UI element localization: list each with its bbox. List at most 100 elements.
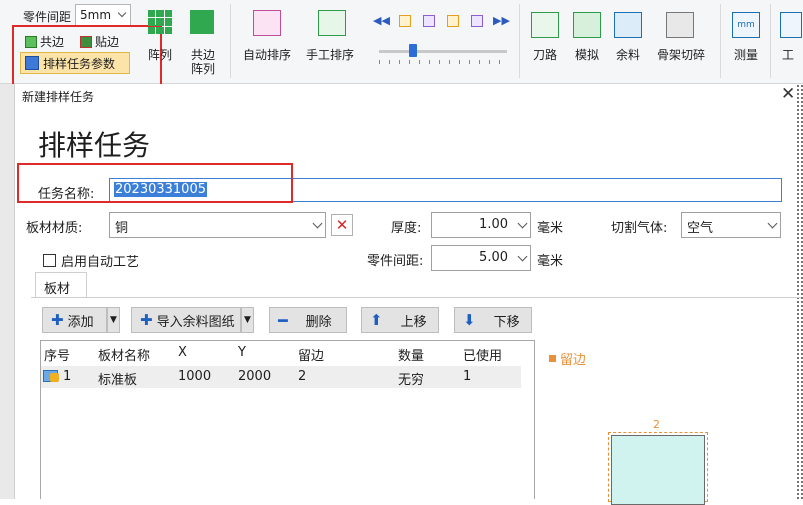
step-icon-4[interactable] — [471, 15, 483, 27]
plus-icon: ✚ — [140, 311, 153, 329]
checkbox-box — [43, 254, 56, 267]
thickness-label: 厚度: — [391, 221, 422, 236]
col-header-margin[interactable]: 留边 — [298, 345, 324, 364]
cell-y: 2000 — [238, 369, 272, 384]
chevron-down-icon — [767, 218, 778, 229]
sheet-table: 序号 板材名称 X Y 留边 数量 已使用 1 标准板 1000 2000 2 … — [40, 340, 535, 499]
highlight-box-taskname — [17, 163, 293, 203]
knife-path-icon — [531, 12, 559, 38]
auto-nest-button[interactable]: 自动排序 — [243, 46, 291, 63]
last-step-icon[interactable]: ▶▶ — [493, 14, 510, 27]
col-header-index[interactable]: 序号 — [44, 345, 70, 364]
cell-name: 标准板 — [98, 373, 138, 388]
delete-button-label: 删除 — [305, 314, 332, 330]
import-dropdown-button[interactable]: ▼ — [241, 307, 254, 333]
delete-button[interactable]: ━ 删除 — [269, 307, 347, 333]
material-value: 铜 — [115, 221, 129, 236]
knife-path-button[interactable]: 刀路 — [533, 46, 557, 63]
plus-icon: ✚ — [51, 311, 64, 329]
lock-icon — [50, 373, 59, 382]
gas-label: 切割气体: — [611, 221, 668, 236]
skeleton-cut-button[interactable]: 骨架切碎 — [657, 46, 705, 63]
measure-button[interactable]: 测量 — [734, 46, 758, 63]
cell-x: 1000 — [178, 369, 212, 384]
close-icon[interactable]: ✕ — [781, 84, 795, 104]
col-header-qty[interactable]: 数量 — [398, 345, 424, 364]
simulate-button[interactable]: 模拟 — [575, 46, 599, 63]
highlight-box-params — [12, 25, 162, 87]
skeleton-cut-icon — [666, 12, 694, 38]
remnant-icon — [614, 12, 642, 38]
import-remnant-button[interactable]: ✚ 导入余料图纸 — [131, 307, 241, 333]
material-select[interactable]: 铜 — [109, 212, 326, 238]
part-spacing-select[interactable]: 5mm — [75, 4, 131, 26]
cell-index: 1 — [63, 369, 72, 384]
measure-icon: mm — [732, 12, 760, 38]
gas-value: 空气 — [687, 221, 714, 236]
cell-margin: 2 — [298, 369, 307, 384]
move-down-label: 下移 — [493, 314, 520, 330]
part-spacing-value: 5mm — [80, 8, 112, 22]
legend-margin-label: 留边 — [560, 353, 587, 368]
chevron-down-icon — [517, 251, 528, 262]
minus-icon: ━ — [278, 310, 288, 330]
material-label: 板材材质: — [26, 221, 83, 236]
auto-process-label: 启用自动工艺 — [61, 255, 140, 270]
simulate-icon — [573, 12, 601, 38]
step-slider-thumb[interactable] — [409, 44, 417, 57]
part-spacing-label: 零件间距 — [23, 10, 72, 24]
auto-process-checkbox[interactable]: 启用自动工艺 — [43, 251, 139, 270]
canvas-edge — [796, 84, 803, 499]
remnant-button[interactable]: 余料 — [616, 46, 640, 63]
chevron-down-icon — [312, 218, 323, 229]
tab-divider — [31, 297, 801, 298]
arrow-up-icon: ⬆ — [370, 311, 383, 329]
table-row[interactable]: 1 标准板 1000 2000 2 无穷 1 — [41, 366, 521, 388]
manual-nest-button[interactable]: 手工排序 — [306, 46, 354, 63]
gas-select[interactable]: 空气 — [681, 212, 781, 238]
thickness-input[interactable]: 1.00 — [431, 212, 531, 238]
common-array-label-2[interactable]: 阵列 — [191, 60, 215, 77]
ribbon-toolbar: 零件间距 5mm 共边 贴边 排样任务参数 阵列 共边 阵列 自动排序 手工排序… — [0, 0, 803, 87]
left-panel-strip — [0, 84, 15, 499]
table-header: 序号 板材名称 X Y 留边 数量 已使用 — [41, 341, 534, 365]
array-icon — [148, 10, 172, 34]
new-nest-task-dialog: 新建排样任务 ✕ 排样任务 任务名称: 20230331005 板材材质: 铜 … — [15, 84, 801, 505]
step-icon-3[interactable] — [447, 15, 459, 27]
part-gap-value: 5.00 — [479, 250, 508, 265]
add-dropdown-button[interactable]: ▼ — [107, 307, 120, 333]
chevron-down-icon: ▼ — [244, 315, 251, 325]
col-header-x[interactable]: X — [178, 345, 187, 360]
preview-sheet — [611, 435, 705, 505]
col-header-used[interactable]: 已使用 — [463, 345, 502, 364]
dialog-heading: 排样任务 — [38, 129, 151, 162]
preview-margin-value: 2 — [653, 418, 660, 431]
part-gap-label: 零件间距: — [367, 254, 424, 269]
tool-icon — [780, 12, 802, 38]
col-header-y[interactable]: Y — [238, 345, 246, 360]
cell-qty: 无穷 — [398, 373, 425, 388]
dialog-title: 新建排样任务 — [22, 90, 95, 104]
legend-swatch — [549, 355, 556, 362]
chevron-down-icon — [517, 218, 528, 229]
step-icon-1[interactable] — [399, 15, 411, 27]
part-gap-unit: 毫米 — [537, 254, 564, 269]
step-icon-2[interactable] — [423, 15, 435, 27]
thickness-value: 1.00 — [479, 217, 508, 232]
array-button-label[interactable]: 阵列 — [148, 46, 172, 63]
arrow-down-icon: ⬇ — [463, 311, 476, 329]
step-slider-track[interactable] — [379, 50, 507, 53]
tab-sheet[interactable]: 板材 — [35, 272, 87, 298]
move-down-button[interactable]: ⬇ 下移 — [454, 307, 532, 333]
part-gap-input[interactable]: 5.00 — [431, 245, 531, 271]
cell-used: 1 — [463, 369, 472, 384]
clear-material-icon[interactable]: ✕ — [331, 214, 353, 236]
first-step-icon[interactable]: ◀◀ — [373, 14, 390, 27]
manual-nest-icon — [318, 10, 346, 36]
tool-button[interactable]: 工 — [782, 46, 794, 63]
add-button-label: 添加 — [67, 314, 94, 330]
move-up-button[interactable]: ⬆ 上移 — [361, 307, 439, 333]
col-header-name[interactable]: 板材名称 — [98, 345, 150, 364]
margin-legend: 留边 — [549, 349, 586, 368]
add-button[interactable]: ✚ 添加 — [42, 307, 107, 333]
